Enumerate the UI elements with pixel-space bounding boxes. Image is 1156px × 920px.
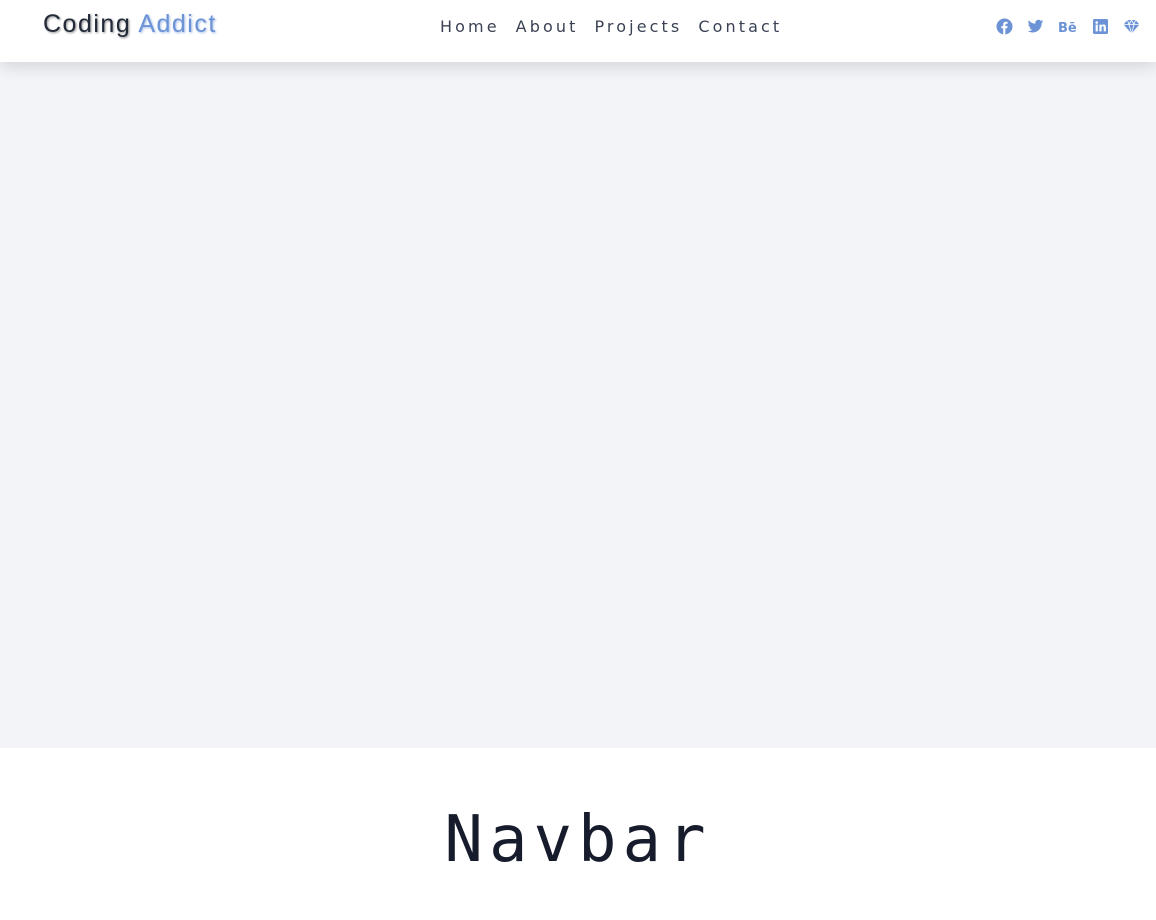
hero-section: [0, 62, 1156, 748]
sketch-icon[interactable]: [1123, 18, 1140, 35]
navbar: Coding Addict Home About Projects Contac…: [0, 0, 1156, 62]
nav-links: Home About Projects Contact: [440, 17, 782, 37]
nav-item-home: Home: [440, 17, 500, 37]
twitter-icon[interactable]: [1027, 18, 1044, 35]
facebook-icon[interactable]: [996, 18, 1013, 35]
social-links: Bē: [996, 18, 1140, 35]
nav-link-about[interactable]: About: [516, 17, 579, 37]
linkedin-icon[interactable]: [1092, 18, 1109, 35]
logo-word-addict: Addict: [138, 10, 217, 38]
nav-link-projects[interactable]: Projects: [594, 17, 682, 37]
nav-link-contact[interactable]: Contact: [698, 17, 782, 37]
nav-item-about: About: [516, 17, 579, 37]
nav-link-home[interactable]: Home: [440, 17, 500, 37]
logo[interactable]: Coding Addict: [43, 10, 217, 39]
behance-icon[interactable]: Bē: [1058, 18, 1078, 35]
svg-text:Bē: Bē: [1058, 21, 1077, 35]
nav-item-projects: Projects: [594, 17, 682, 37]
nav-item-contact: Contact: [698, 17, 782, 37]
logo-word-coding: Coding: [43, 10, 132, 38]
page-title: Navbar: [444, 803, 712, 877]
